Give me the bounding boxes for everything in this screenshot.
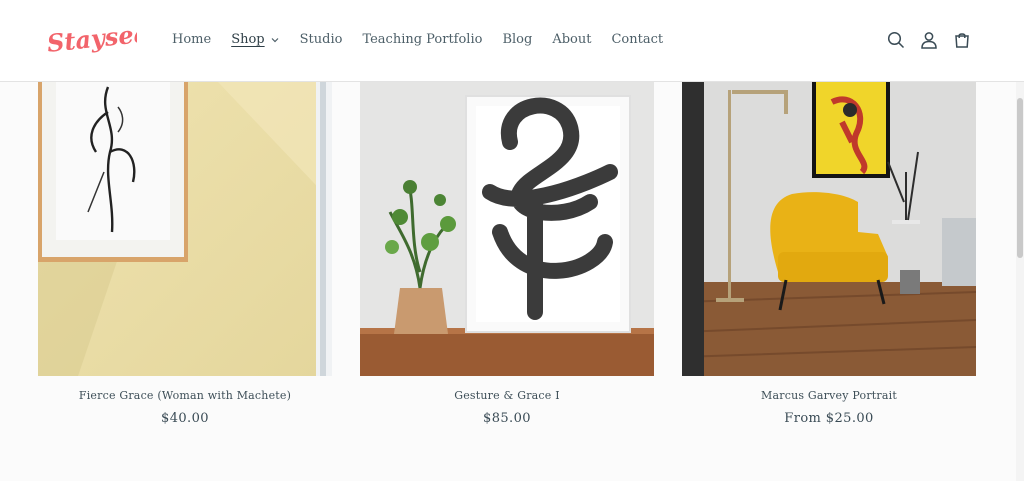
- product-image[interactable]: [38, 82, 332, 376]
- nav-home[interactable]: Home: [172, 32, 211, 47]
- search-icon[interactable]: [886, 30, 906, 50]
- product-title[interactable]: Fierce Grace (Woman with Machete): [38, 389, 332, 402]
- product-image[interactable]: [682, 82, 976, 376]
- account-icon[interactable]: [919, 30, 939, 50]
- scrollbar[interactable]: [1016, 82, 1024, 481]
- svg-text:Stayseann: Stayseann: [46, 20, 137, 58]
- nav-contact[interactable]: Contact: [611, 32, 663, 47]
- product-grid: Fierce Grace (Woman with Machete) $40.00…: [0, 82, 1024, 481]
- main-nav: Home Shop Studio Teaching Portfolio Blog…: [172, 32, 683, 47]
- nav-blog[interactable]: Blog: [502, 32, 532, 47]
- product-card[interactable]: Marcus Garvey Portrait From $25.00: [682, 82, 976, 426]
- product-title[interactable]: Gesture & Grace I: [360, 389, 654, 402]
- product-price: From $25.00: [784, 411, 874, 426]
- brand-logo[interactable]: Stayseann: [45, 20, 137, 58]
- scrollbar-thumb[interactable]: [1017, 98, 1023, 258]
- product-price: $85.00: [483, 411, 531, 426]
- cart-icon[interactable]: [952, 30, 972, 50]
- nav-about[interactable]: About: [552, 32, 591, 47]
- nav-shop[interactable]: Shop: [231, 32, 279, 47]
- nav-shop-label: Shop: [231, 32, 265, 47]
- header-icons: [873, 30, 972, 50]
- site-header: Stayseann Home Shop Studio Teaching Port…: [0, 0, 1024, 82]
- nav-teaching-portfolio[interactable]: Teaching Portfolio: [362, 32, 482, 47]
- product-title[interactable]: Marcus Garvey Portrait: [682, 389, 976, 402]
- product-image[interactable]: [360, 82, 654, 376]
- product-card[interactable]: Fierce Grace (Woman with Machete) $40.00: [38, 82, 332, 426]
- product-card[interactable]: Gesture & Grace I $85.00: [360, 82, 654, 426]
- nav-studio[interactable]: Studio: [300, 32, 343, 47]
- product-price: $40.00: [161, 411, 209, 426]
- chevron-down-icon: [271, 37, 279, 42]
